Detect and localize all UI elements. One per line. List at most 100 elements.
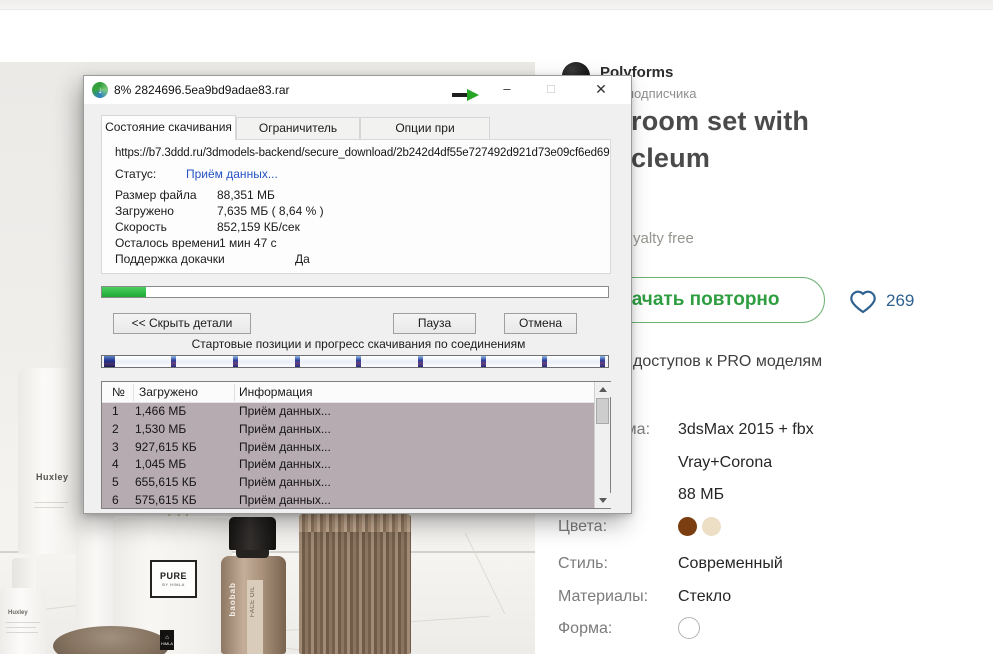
- huxley-small-label: Huxley: [8, 610, 28, 616]
- scroll-down-button[interactable]: [595, 493, 611, 508]
- resume-support-value: Да: [295, 252, 310, 266]
- close-button[interactable]: ✕: [578, 76, 624, 103]
- himla-tag: ⌂ HIMLA: [160, 630, 174, 650]
- row-number: 4: [112, 456, 119, 474]
- resume-support-label: Поддержка докачки: [115, 252, 225, 266]
- prop-render-value: Vray+Corona: [678, 454, 772, 472]
- row-downloaded: 1,530 МБ: [135, 421, 186, 439]
- overall-progress-bar: [101, 286, 609, 298]
- row-info: Приём данных...: [239, 421, 331, 439]
- row-info: Приём данных...: [239, 403, 331, 421]
- arrow-shaft: [452, 93, 468, 97]
- license-text: yalty free: [633, 230, 694, 247]
- face-oil-cap-cone: [236, 549, 269, 558]
- table-row[interactable]: 4 1,045 МБ Приём данных...: [102, 456, 594, 474]
- table-scrollbar[interactable]: [594, 382, 610, 508]
- time-left-label: Осталось времени: [115, 236, 220, 250]
- table-row[interactable]: 1 1,466 МБ Приём данных...: [102, 403, 594, 421]
- table-row[interactable]: 6 575,615 КБ Приём данных...: [102, 492, 594, 508]
- header-separator: [234, 384, 235, 401]
- prop-materials-value: Стекло: [678, 588, 731, 606]
- hide-details-button[interactable]: << Скрыть детали: [113, 313, 251, 334]
- connection-marker: [542, 356, 547, 367]
- row-downloaded: 927,615 КБ: [135, 439, 197, 457]
- table-row[interactable]: 2 1,530 МБ Приём данных...: [102, 421, 594, 439]
- prop-materials-label: Материалы:: [558, 588, 648, 606]
- connection-marker: [418, 356, 423, 367]
- status-value: Приём данных...: [186, 167, 278, 181]
- candle-sub-text: BY HIMLA: [162, 582, 185, 587]
- scroll-up-button[interactable]: [595, 382, 611, 397]
- connection-marker: [600, 356, 605, 367]
- label-text-line: [34, 502, 68, 503]
- connections-table: № Загружено Информация 1 1,466 МБ Приём …: [101, 381, 611, 509]
- cancel-button[interactable]: Отмена: [504, 313, 577, 334]
- download-url: https://b7.3ddd.ru/3dmodels-backend/secu…: [115, 147, 610, 159]
- marble-vein: [465, 533, 505, 614]
- table-row[interactable]: 5 655,615 КБ Приём данных...: [102, 474, 594, 492]
- connections-bar: [101, 355, 609, 368]
- col-downloaded: Загружено: [139, 382, 198, 403]
- shape-swatch-circle: [678, 617, 700, 639]
- color-dot-cream: [702, 517, 721, 536]
- row-number: 1: [112, 403, 119, 421]
- row-number: 2: [112, 421, 119, 439]
- prop-colors-label: Цвета:: [558, 518, 607, 536]
- row-number: 5: [112, 474, 119, 492]
- vase-rim: [299, 514, 411, 532]
- downloaded-value: 7,635 МБ ( 8,64 % ): [217, 204, 324, 218]
- tab-on-completion[interactable]: Опции при завершении: [360, 117, 490, 140]
- screenshot-root: Huxley Huxley PURE BY HIMLA baobab FACE …: [0, 0, 993, 654]
- downloaded-label: Загружено: [115, 204, 174, 218]
- pause-button[interactable]: Пауза: [393, 313, 476, 334]
- speed-label: Скорость: [115, 220, 167, 234]
- chevron-up-icon: [599, 387, 607, 392]
- page-title-line-2: cleum: [631, 143, 710, 174]
- table-row[interactable]: 3 927,615 КБ Приём данных...: [102, 439, 594, 457]
- green-arrow-icon: [452, 89, 480, 103]
- progress-fill: [102, 287, 146, 297]
- row-downloaded: 1,045 МБ: [135, 456, 186, 474]
- connections-caption: Стартовые позиции и прогресс скачивания …: [84, 337, 633, 351]
- page-top-strip: [0, 0, 993, 10]
- page-title-line-1: room set with: [631, 106, 809, 137]
- label-text-line: [34, 507, 64, 508]
- prop-style-value: Современный: [678, 555, 783, 573]
- connection-marker: [233, 356, 238, 367]
- tab-download-status[interactable]: Состояние скачивания: [101, 115, 236, 140]
- tab-speed-limiter[interactable]: Ограничитель скорости: [236, 117, 360, 140]
- face-oil-type-text: FACE OIL: [250, 586, 256, 617]
- maximize-button[interactable]: □: [531, 76, 571, 103]
- header-separator: [133, 384, 134, 401]
- label-text-line: [6, 622, 40, 623]
- col-number: №: [112, 382, 125, 403]
- minimize-button[interactable]: –: [487, 76, 527, 103]
- status-group-box: https://b7.3ddd.ru/3dmodels-backend/secu…: [101, 139, 611, 274]
- row-info: Приём данных...: [239, 456, 331, 474]
- connection-marker: [171, 356, 176, 367]
- face-oil-dropper-cap: [229, 517, 276, 550]
- row-number: 3: [112, 439, 119, 457]
- row-number: 6: [112, 492, 119, 508]
- row-downloaded: 655,615 КБ: [135, 474, 197, 492]
- connection-marker: [295, 356, 300, 367]
- like-widget[interactable]: 269: [846, 286, 914, 316]
- dialog-titlebar[interactable]: ↓ 8% 2824696.5ea9bd9adae83.rar – □ ✕: [84, 76, 631, 104]
- scroll-thumb[interactable]: [596, 398, 609, 424]
- row-info: Приём данных...: [239, 439, 331, 457]
- connection-marker: [104, 356, 115, 367]
- dialog-title: 8% 2824696.5ea9bd9adae83.rar: [114, 76, 290, 104]
- row-downloaded: 575,615 КБ: [135, 492, 197, 508]
- table-body: 1 1,466 МБ Приём данных... 2 1,530 МБ Пр…: [102, 403, 594, 508]
- label-text-line: [6, 627, 36, 628]
- file-size-value: 88,351 МБ: [217, 188, 275, 202]
- heart-icon[interactable]: [846, 286, 880, 316]
- label-text-line: [6, 632, 38, 633]
- table-header: № Загружено Информация: [102, 382, 610, 403]
- prop-platform-value: 3dsMax 2015 + fbx: [678, 421, 814, 439]
- row-downloaded: 1,466 МБ: [135, 403, 186, 421]
- ribbed-glass-vase: [299, 514, 411, 654]
- candle-label: PURE BY HIMLA: [150, 560, 197, 598]
- status-label: Статус:: [115, 167, 156, 181]
- download-again-label: Скачать повторно: [608, 289, 779, 311]
